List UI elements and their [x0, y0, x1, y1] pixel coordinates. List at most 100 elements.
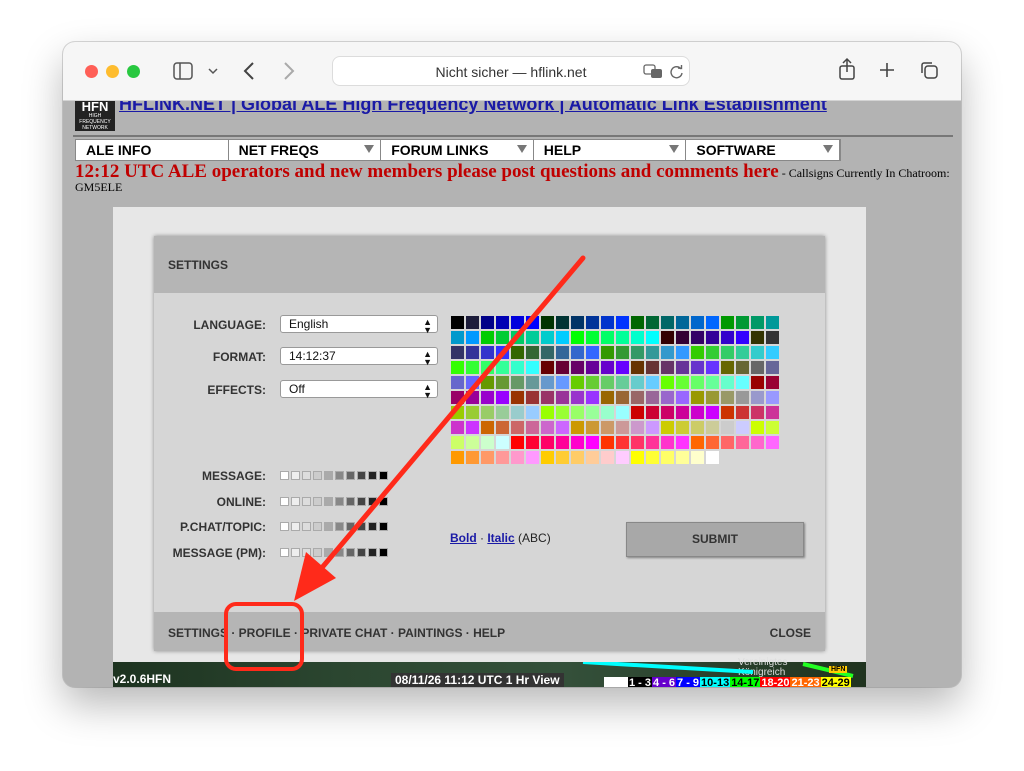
color-swatch[interactable] [481, 346, 494, 359]
hfn-logo[interactable]: HFN HIGH FREQUENCY NETWORK [75, 101, 115, 131]
color-swatch[interactable] [541, 376, 554, 389]
color-swatch[interactable] [616, 436, 629, 449]
color-swatch[interactable] [586, 331, 599, 344]
color-swatch[interactable] [451, 376, 464, 389]
shade-swatch[interactable] [313, 548, 322, 557]
color-swatch[interactable] [571, 376, 584, 389]
color-swatch[interactable] [706, 451, 719, 464]
color-swatch[interactable] [511, 376, 524, 389]
color-swatch[interactable] [481, 451, 494, 464]
color-swatch[interactable] [481, 391, 494, 404]
shade-swatch[interactable] [335, 497, 344, 506]
color-swatch[interactable] [571, 436, 584, 449]
color-swatch[interactable] [451, 406, 464, 419]
shade-swatch[interactable] [324, 548, 333, 557]
color-swatch[interactable] [496, 436, 509, 449]
shade-swatch[interactable] [280, 548, 289, 557]
color-swatch[interactable] [661, 376, 674, 389]
color-swatch[interactable] [541, 346, 554, 359]
shade-swatch[interactable] [280, 522, 289, 531]
chevron-down-icon[interactable] [208, 67, 218, 75]
color-swatch[interactable] [571, 331, 584, 344]
color-swatch[interactable] [451, 436, 464, 449]
color-swatch[interactable] [661, 331, 674, 344]
color-swatch[interactable] [541, 361, 554, 374]
shade-swatch[interactable] [291, 497, 300, 506]
color-swatch[interactable] [766, 421, 779, 434]
color-swatch[interactable] [766, 316, 779, 329]
color-swatch[interactable] [511, 436, 524, 449]
color-swatch[interactable] [676, 316, 689, 329]
shade-swatch[interactable] [335, 471, 344, 480]
shade-swatch[interactable] [357, 471, 366, 480]
color-swatch[interactable] [616, 361, 629, 374]
color-swatch[interactable] [766, 376, 779, 389]
color-swatch[interactable] [751, 406, 764, 419]
color-swatch[interactable] [766, 331, 779, 344]
color-swatch[interactable] [766, 391, 779, 404]
color-swatch[interactable] [661, 421, 674, 434]
shade-swatch[interactable] [302, 471, 311, 480]
color-swatch[interactable] [481, 406, 494, 419]
shade-swatch[interactable] [313, 522, 322, 531]
italic-link[interactable]: Italic [487, 531, 514, 545]
effects-select[interactable]: Off ▲ ▼ [280, 380, 438, 400]
language-select[interactable]: English ▲ ▼ [280, 315, 438, 335]
color-swatch[interactable] [466, 421, 479, 434]
color-swatch[interactable] [661, 316, 674, 329]
color-swatch[interactable] [451, 391, 464, 404]
close-button[interactable]: CLOSE [770, 626, 811, 640]
color-swatch[interactable] [661, 346, 674, 359]
color-swatch[interactable] [526, 316, 539, 329]
color-swatch[interactable] [481, 421, 494, 434]
color-swatch[interactable] [691, 346, 704, 359]
color-swatch[interactable] [751, 331, 764, 344]
color-swatch[interactable] [721, 421, 734, 434]
color-swatch[interactable] [601, 421, 614, 434]
color-swatch[interactable] [706, 406, 719, 419]
color-swatch[interactable] [631, 436, 644, 449]
shade-swatch[interactable] [346, 522, 355, 531]
color-swatch[interactable] [526, 406, 539, 419]
color-swatch[interactable] [496, 391, 509, 404]
color-swatch[interactable] [511, 316, 524, 329]
color-swatch[interactable] [661, 436, 674, 449]
translate-icon[interactable] [643, 64, 663, 80]
color-swatch[interactable] [751, 421, 764, 434]
color-swatch[interactable] [631, 376, 644, 389]
color-swatch[interactable] [481, 361, 494, 374]
color-swatch[interactable] [601, 391, 614, 404]
color-swatch[interactable] [706, 361, 719, 374]
shade-swatch[interactable] [368, 471, 377, 480]
color-swatch[interactable] [661, 391, 674, 404]
share-icon[interactable] [838, 57, 856, 81]
color-swatch[interactable] [751, 346, 764, 359]
color-swatch[interactable] [556, 316, 569, 329]
color-swatch[interactable] [556, 361, 569, 374]
address-bar[interactable]: Nicht sicher — hflink.net [332, 56, 690, 86]
shade-swatch[interactable] [379, 522, 388, 531]
color-swatch[interactable] [496, 421, 509, 434]
color-swatch[interactable] [616, 421, 629, 434]
shade-swatch[interactable] [291, 471, 300, 480]
color-swatch[interactable] [466, 346, 479, 359]
forward-icon[interactable] [283, 61, 295, 81]
color-swatch[interactable] [616, 406, 629, 419]
color-swatch[interactable] [736, 316, 749, 329]
color-swatch[interactable] [541, 436, 554, 449]
color-swatch[interactable] [691, 316, 704, 329]
color-swatch[interactable] [571, 361, 584, 374]
color-swatch[interactable] [646, 346, 659, 359]
color-swatch[interactable] [766, 346, 779, 359]
color-swatch[interactable] [601, 346, 614, 359]
shade-swatch[interactable] [313, 471, 322, 480]
menu-help[interactable]: HELP [534, 140, 687, 160]
color-swatch[interactable] [646, 406, 659, 419]
color-swatch[interactable] [511, 361, 524, 374]
color-swatch[interactable] [691, 391, 704, 404]
color-swatch[interactable] [766, 436, 779, 449]
color-swatch[interactable] [706, 391, 719, 404]
color-swatch[interactable] [451, 361, 464, 374]
color-swatch[interactable] [646, 421, 659, 434]
menu-ale-info[interactable]: ALE INFO [76, 140, 229, 160]
